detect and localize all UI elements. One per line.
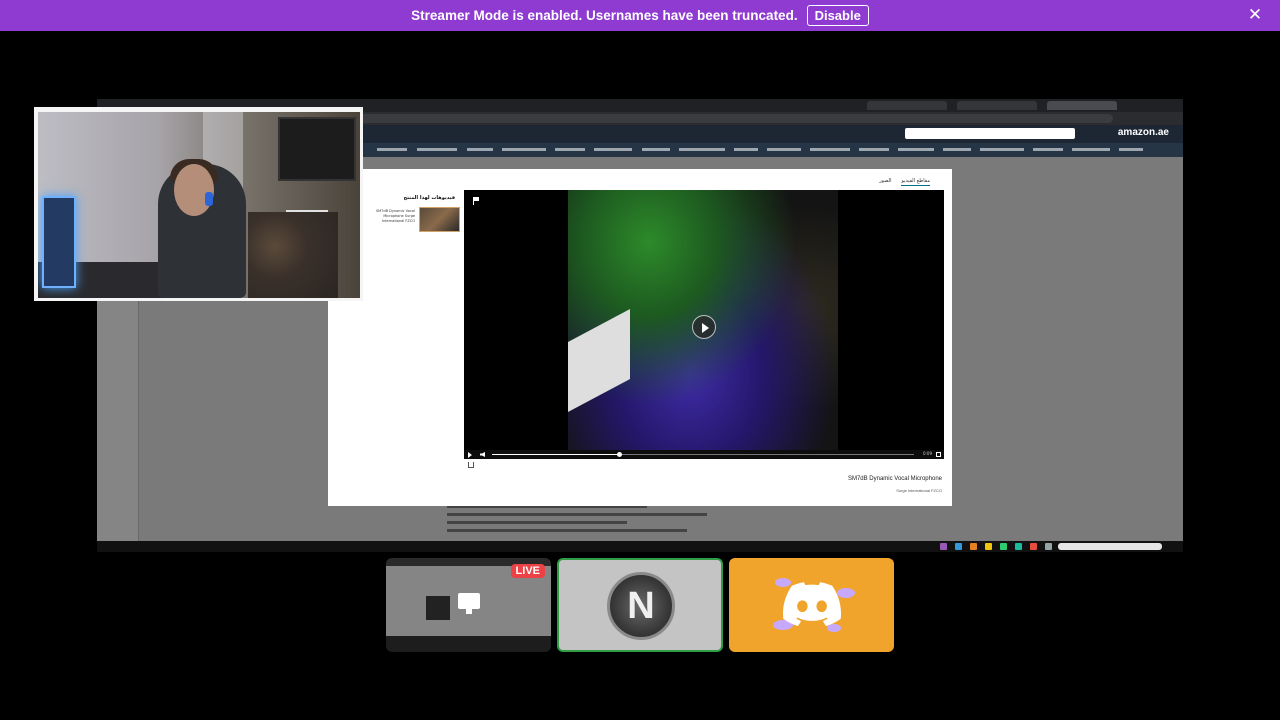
- seek-bar-progress: [492, 454, 619, 455]
- video-time: 0:09: [923, 451, 932, 456]
- fullscreen-icon[interactable]: [936, 452, 941, 457]
- browser-tab: [1047, 101, 1117, 110]
- webcam-video: [38, 112, 360, 298]
- seek-bar[interactable]: [492, 452, 914, 457]
- discord-logo-icon: [783, 582, 841, 626]
- share-icon[interactable]: [468, 462, 474, 468]
- screen-share-tile[interactable]: LIVE: [386, 558, 551, 652]
- browser-tab: [957, 101, 1037, 110]
- participant-tile[interactable]: N: [557, 558, 723, 652]
- product-seller: Surge International FZCO: [896, 488, 942, 493]
- disable-streamer-mode-button[interactable]: Disable: [806, 5, 869, 26]
- streamer-mode-banner: Streamer Mode is enabled. Usernames have…: [0, 0, 1280, 31]
- video-player[interactable]: 0:09: [464, 190, 944, 459]
- related-video-title: SM7dB Dynamic Vocal Microphone Surge Int…: [375, 209, 415, 223]
- close-icon[interactable]: ✕: [1246, 6, 1264, 24]
- video-controls: 0:09: [464, 450, 944, 459]
- seek-bar-thumb[interactable]: [616, 452, 622, 457]
- streamer-mode-message: Streamer Mode is enabled. Usernames have…: [411, 8, 798, 23]
- avatar: N: [607, 572, 675, 640]
- volume-icon[interactable]: [480, 452, 485, 457]
- product-title: SM7dB Dynamic Vocal Microphone: [847, 476, 942, 482]
- discord-participant-tile[interactable]: [729, 558, 894, 652]
- browser-tab: [867, 101, 947, 110]
- webcam-stream[interactable]: [34, 107, 363, 301]
- taskbar-search: [1058, 543, 1162, 550]
- play-icon[interactable]: [692, 315, 716, 339]
- tab-images[interactable]: الصور: [879, 178, 891, 186]
- play-control-icon[interactable]: [468, 452, 472, 458]
- flag-icon[interactable]: [473, 197, 480, 205]
- related-video-card[interactable]: SM7dB Dynamic Vocal Microphone Surge Int…: [368, 207, 460, 235]
- tab-videos[interactable]: مقاطع الفيديو: [901, 178, 930, 186]
- amazon-logo: amazon.ae: [1117, 127, 1169, 138]
- amazon-search-box: [905, 128, 1075, 139]
- related-video-thumbnail[interactable]: [419, 207, 460, 232]
- live-badge: LIVE: [510, 564, 545, 578]
- product-video-modal: الصور مقاطع الفيديو فيديوهات لهذا المنتج…: [328, 169, 952, 506]
- modal-tabs: الصور مقاطع الفيديو: [879, 178, 930, 186]
- monitor-icon: [458, 593, 480, 614]
- windows-taskbar: [97, 541, 1183, 552]
- related-videos-heading: فيديوهات لهذا المنتج: [403, 195, 455, 201]
